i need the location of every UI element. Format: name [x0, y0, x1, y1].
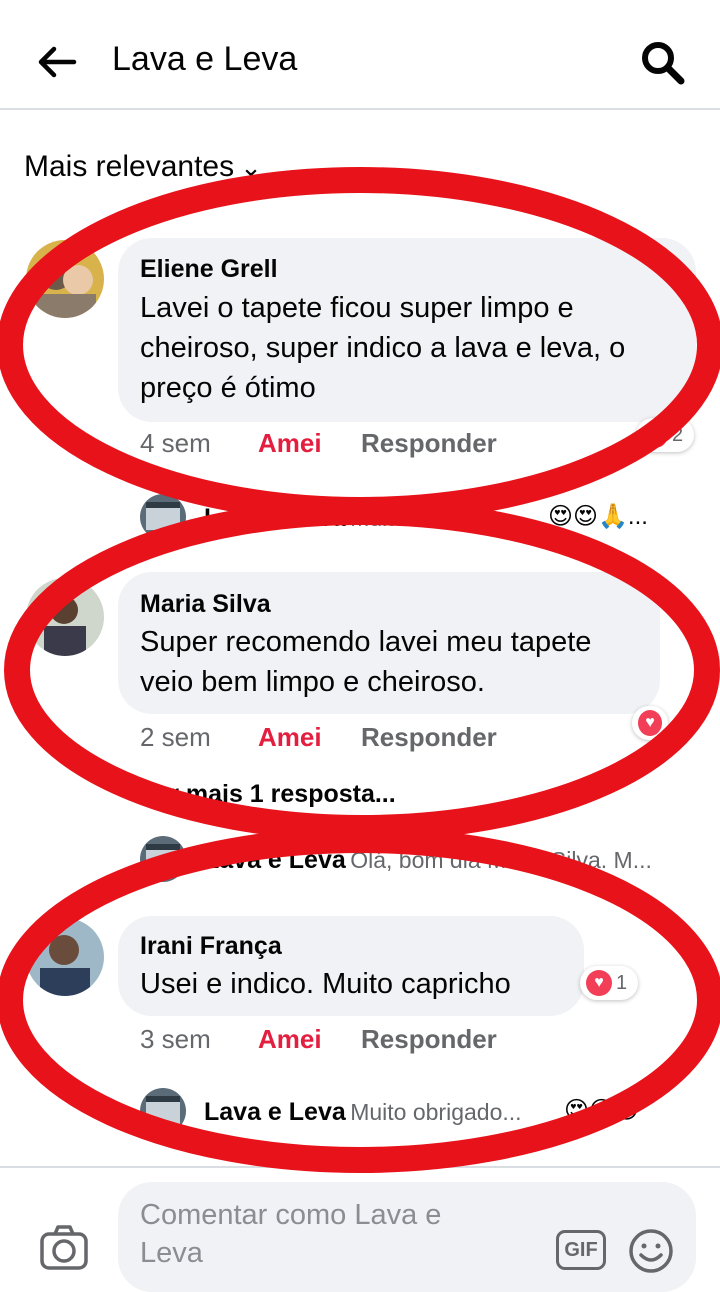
avatar[interactable] — [26, 918, 104, 996]
reply-avatar[interactable] — [140, 836, 186, 882]
heart-icon: ♥ — [638, 710, 662, 736]
avatar[interactable] — [26, 578, 104, 656]
reply-avatar[interactable] — [140, 1088, 186, 1134]
comment-input-placeholder: Comentar como Lava e Leva — [140, 1199, 442, 1269]
comment-text: Lavei o tapete ficou super limpo e cheir… — [140, 292, 626, 404]
reply-button[interactable]: Responder — [361, 1024, 497, 1055]
comment-time: 3 sem — [140, 1024, 211, 1054]
chevron-down-icon: ⌄ — [240, 152, 262, 182]
reply-preview[interactable]: Lava e Leva Olá, bom dia Maria Silva. M.… — [204, 846, 652, 875]
comment-author[interactable]: Eliene Grell — [140, 255, 278, 284]
reaction-count[interactable]: ♥ — [632, 706, 668, 740]
view-more-replies-link[interactable]: Ver mais 1 resposta... — [140, 780, 396, 809]
page-title: Lava e Leva — [112, 40, 298, 78]
reaction-button[interactable]: Amei — [258, 1024, 322, 1055]
emoji-icon[interactable] — [628, 1228, 674, 1274]
reply-preview[interactable]: Lava e Leva Muito obrigado... — [204, 504, 522, 533]
reply-preview[interactable]: Lava e Leva Muito obrigado... — [204, 1098, 522, 1127]
avatar[interactable] — [26, 240, 104, 318]
back-arrow-icon[interactable] — [34, 40, 78, 84]
comment-time: 4 sem — [140, 428, 211, 458]
sort-dropdown[interactable]: Mais relevantes ⌄ — [24, 150, 262, 184]
reply-emojis: 😍😍🙏... — [548, 503, 648, 530]
reply-button[interactable]: Responder — [361, 428, 497, 459]
reaction-count[interactable]: ♥ 1 — [580, 966, 638, 1000]
camera-icon[interactable] — [38, 1222, 90, 1274]
comment-text: Super recomendo lavei meu tapete veio be… — [140, 626, 592, 698]
gif-label: GIF — [564, 1238, 598, 1261]
reaction-button[interactable]: Amei — [258, 428, 322, 459]
comment-author[interactable]: Maria Silva — [140, 590, 271, 619]
reply-emojis: 😍😍😄 — [564, 1097, 640, 1124]
comment-time: 2 sem — [140, 722, 211, 752]
heart-icon: ♥ — [642, 422, 668, 448]
heart-icon: ♥ — [586, 970, 612, 996]
search-icon[interactable] — [638, 38, 688, 88]
divider — [0, 1166, 720, 1168]
top-bar — [0, 0, 720, 110]
gif-button[interactable]: GIF — [556, 1230, 606, 1270]
reaction-count[interactable]: ♥ 2 — [636, 418, 694, 452]
sort-label: Mais relevantes — [24, 150, 235, 183]
reply-button[interactable]: Responder — [361, 722, 497, 753]
reply-avatar[interactable] — [140, 494, 186, 540]
comment-text: Usei e indico. Muito capricho — [140, 968, 511, 1000]
reaction-button[interactable]: Amei — [258, 722, 322, 753]
comment-author[interactable]: Irani França — [140, 932, 282, 961]
